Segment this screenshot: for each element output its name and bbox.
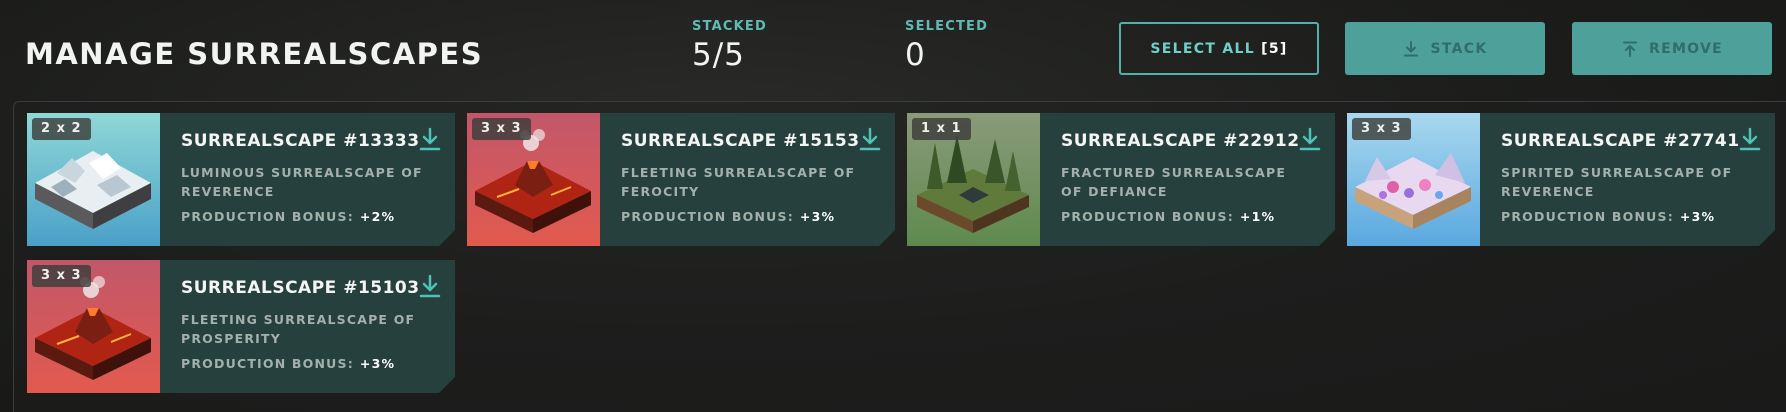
select-all-count: [5] [1261, 40, 1288, 57]
remove-label: REMOVE [1649, 40, 1723, 57]
surrealscape-thumbnail: 3 x 3 [467, 113, 600, 246]
production-bonus: PRODUCTION BONUS: +3% [181, 356, 395, 371]
production-bonus-label: PRODUCTION BONUS: [181, 356, 354, 371]
size-badge: 1 x 1 [912, 118, 971, 140]
surrealscape-card[interactable]: 3 x 3 SURREALSCAPE #15153 FLEETING SURRE… [467, 113, 895, 246]
page-title: MANAGE SURREALSCAPES [25, 37, 484, 71]
production-bonus-label: PRODUCTION BONUS: [621, 209, 794, 224]
production-bonus-label: PRODUCTION BONUS: [1501, 209, 1674, 224]
card-description: FLEETING SURREALSCAPE OF PROSPERITY [181, 312, 416, 346]
size-badge: 3 x 3 [1352, 118, 1411, 140]
card-description: LUMINOUS SURREALSCAPE OF REVERENCE [181, 165, 423, 199]
stacked-label: STACKED [692, 19, 767, 34]
surrealscape-thumbnail: 3 x 3 [1347, 113, 1480, 246]
production-bonus-label: PRODUCTION BONUS: [1061, 209, 1234, 224]
card-title: SURREALSCAPE #22912 [1061, 131, 1300, 151]
production-bonus-value: +1% [1239, 209, 1276, 224]
download-icon [1404, 40, 1419, 56]
selected-stat: SELECTED 0 [905, 19, 988, 73]
surrealscape-card[interactable]: 2 x 2 SURREALSCAPE #13333 LUMINOUS SURRE… [27, 113, 455, 246]
download-icon[interactable] [858, 127, 882, 153]
stacked-value: 5/5 [692, 37, 745, 73]
stack-button[interactable]: STACK [1345, 22, 1545, 75]
card-title: SURREALSCAPE #13333 [181, 131, 420, 151]
select-all-button[interactable]: SELECT ALL [5] [1119, 22, 1319, 75]
production-bonus-value: +3% [1679, 209, 1716, 224]
size-badge: 3 x 3 [472, 118, 531, 140]
production-bonus-value: +2% [359, 209, 396, 224]
surrealscape-card[interactable]: 1 x 1 SURREALSCAPE #22912 FRACTURED SURR… [907, 113, 1335, 246]
size-badge: 3 x 3 [32, 265, 91, 287]
download-icon[interactable] [1298, 127, 1322, 153]
production-bonus-label: PRODUCTION BONUS: [181, 209, 354, 224]
production-bonus: PRODUCTION BONUS: +1% [1061, 209, 1275, 224]
production-bonus-value: +3% [799, 209, 836, 224]
stacked-stat: STACKED 5/5 [692, 19, 767, 73]
card-title: SURREALSCAPE #15153 [621, 131, 860, 151]
surrealscape-thumbnail: 3 x 3 [27, 260, 160, 393]
download-icon[interactable] [418, 274, 442, 300]
production-bonus: PRODUCTION BONUS: +2% [181, 209, 395, 224]
card-title: SURREALSCAPE #15103 [181, 278, 420, 298]
size-badge: 2 x 2 [32, 118, 91, 140]
select-all-label: SELECT ALL [1150, 40, 1255, 57]
surrealscape-card[interactable]: 3 x 3 SURREALSCAPE #27741 SPIRITED SURRE… [1347, 113, 1775, 246]
card-description: FLEETING SURREALSCAPE OF FEROCITY [621, 165, 856, 199]
production-bonus: PRODUCTION BONUS: +3% [621, 209, 835, 224]
surrealscape-thumbnail: 1 x 1 [907, 113, 1040, 246]
download-icon[interactable] [1738, 127, 1762, 153]
stack-label: STACK [1430, 40, 1488, 57]
surrealscape-thumbnail: 2 x 2 [27, 113, 160, 246]
card-description: SPIRITED SURREALSCAPE OF REVERENCE [1501, 165, 1733, 199]
upload-icon [1623, 41, 1637, 57]
header: MANAGE SURREALSCAPES STACKED 5/5 SELECTE… [0, 0, 1786, 100]
remove-button[interactable]: REMOVE [1572, 22, 1772, 75]
production-bonus-value: +3% [359, 356, 396, 371]
card-title: SURREALSCAPE #27741 [1501, 131, 1740, 151]
download-icon[interactable] [418, 127, 442, 153]
production-bonus: PRODUCTION BONUS: +3% [1501, 209, 1715, 224]
selected-label: SELECTED [905, 19, 989, 34]
card-description: FRACTURED SURREALSCAPE OF DEFIANCE [1061, 165, 1287, 199]
surrealscape-card[interactable]: 3 x 3 SURREALSCAPE #15103 FLEETING SURRE… [27, 260, 455, 393]
selected-value: 0 [905, 37, 926, 73]
